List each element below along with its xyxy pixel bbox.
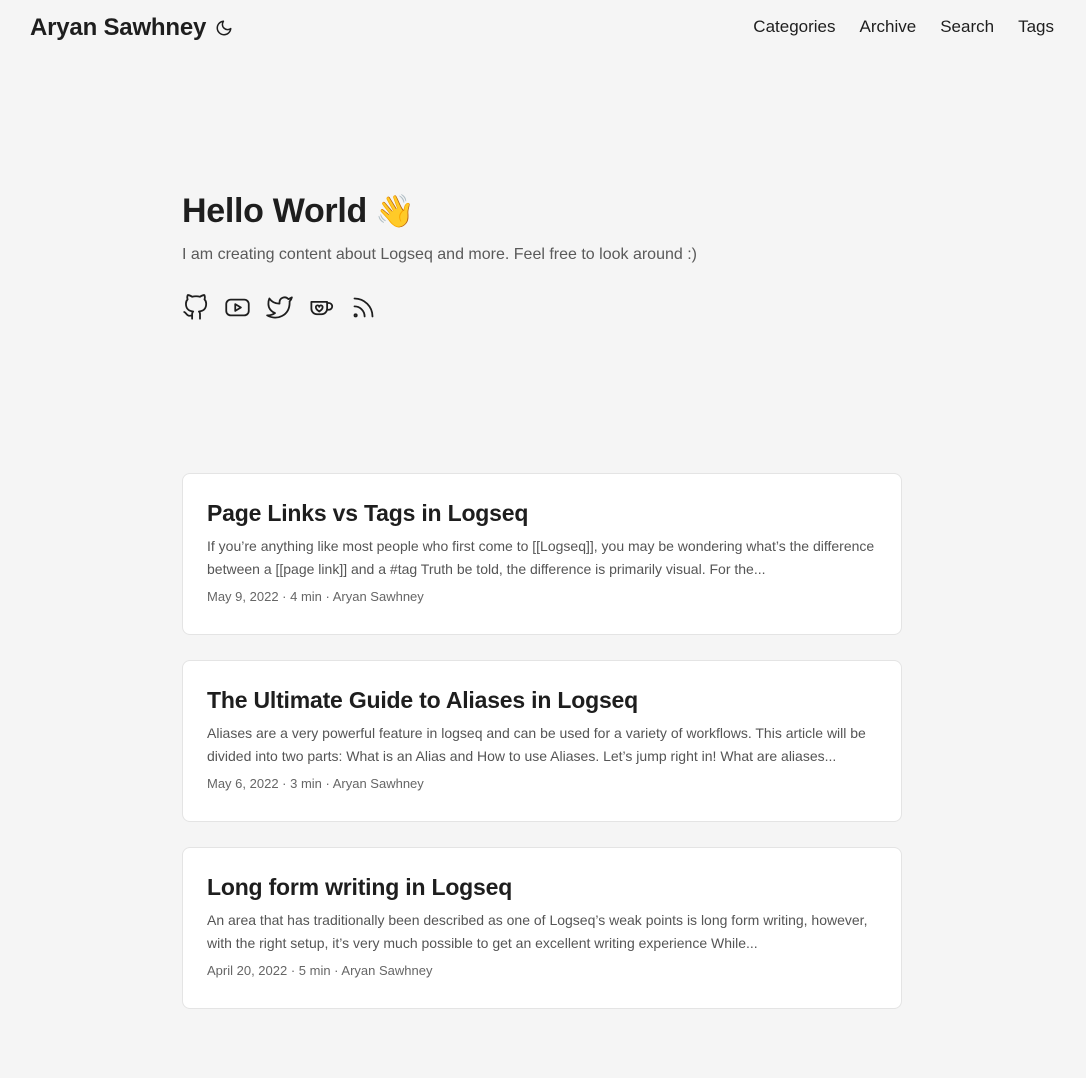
twitter-icon [266, 296, 293, 319]
hero-section: Hello World 👋 I am creating content abou… [182, 190, 902, 321]
youtube-icon [225, 298, 250, 317]
github-link[interactable] [182, 294, 209, 321]
nav-search-link[interactable]: Search [940, 16, 994, 38]
post-meta: April 20, 2022 · 5 min · Aryan Sawhney [207, 963, 433, 978]
post-list: Page Links vs Tags in Logseq If you’re a… [182, 473, 902, 1034]
post-title: Page Links vs Tags in Logseq [207, 500, 529, 526]
waving-hand-emoji: 👋 [374, 193, 415, 229]
site-header: Aryan Sawhney Categories Archive Search … [0, 0, 1086, 56]
nav-tags-link[interactable]: Tags [1018, 16, 1054, 38]
kofi-link[interactable] [308, 294, 335, 321]
post-meta: May 6, 2022 · 3 min · Aryan Sawhney [207, 776, 424, 791]
youtube-link[interactable] [224, 294, 251, 321]
post-meta: May 9, 2022 · 4 min · Aryan Sawhney [207, 589, 424, 604]
page: Aryan Sawhney Categories Archive Search … [0, 0, 1086, 1078]
hero-title-text: Hello World [182, 192, 367, 230]
post-excerpt: An area that has traditionally been desc… [207, 912, 868, 951]
twitter-link[interactable] [266, 294, 293, 321]
main-nav: Categories Archive Search Tags [753, 16, 1054, 38]
nav-archive-link[interactable]: Archive [860, 16, 917, 38]
rss-link[interactable] [350, 294, 377, 321]
social-links [182, 294, 902, 321]
post-card[interactable]: Page Links vs Tags in Logseq If you’re a… [182, 473, 902, 635]
post-excerpt: Aliases are a very powerful feature in l… [207, 725, 866, 764]
kofi-icon [310, 300, 334, 316]
hero-subtitle: I am creating content about Logseq and m… [182, 246, 697, 263]
hero-title: Hello World 👋 [182, 190, 902, 232]
site-brand-link[interactable]: Aryan Sawhney [30, 13, 206, 43]
theme-toggle-button[interactable] [214, 18, 234, 38]
post-card[interactable]: The Ultimate Guide to Aliases in Logseq … [182, 660, 902, 822]
moon-icon [216, 20, 232, 36]
post-excerpt: If you’re anything like most people who … [207, 538, 875, 577]
post-card[interactable]: Long form writing in Logseq An area that… [182, 847, 902, 1009]
github-icon [183, 294, 208, 320]
nav-categories-link[interactable]: Categories [753, 16, 835, 38]
post-title: The Ultimate Guide to Aliases in Logseq [207, 687, 638, 713]
post-title: Long form writing in Logseq [207, 874, 513, 900]
rss-icon [353, 297, 374, 318]
